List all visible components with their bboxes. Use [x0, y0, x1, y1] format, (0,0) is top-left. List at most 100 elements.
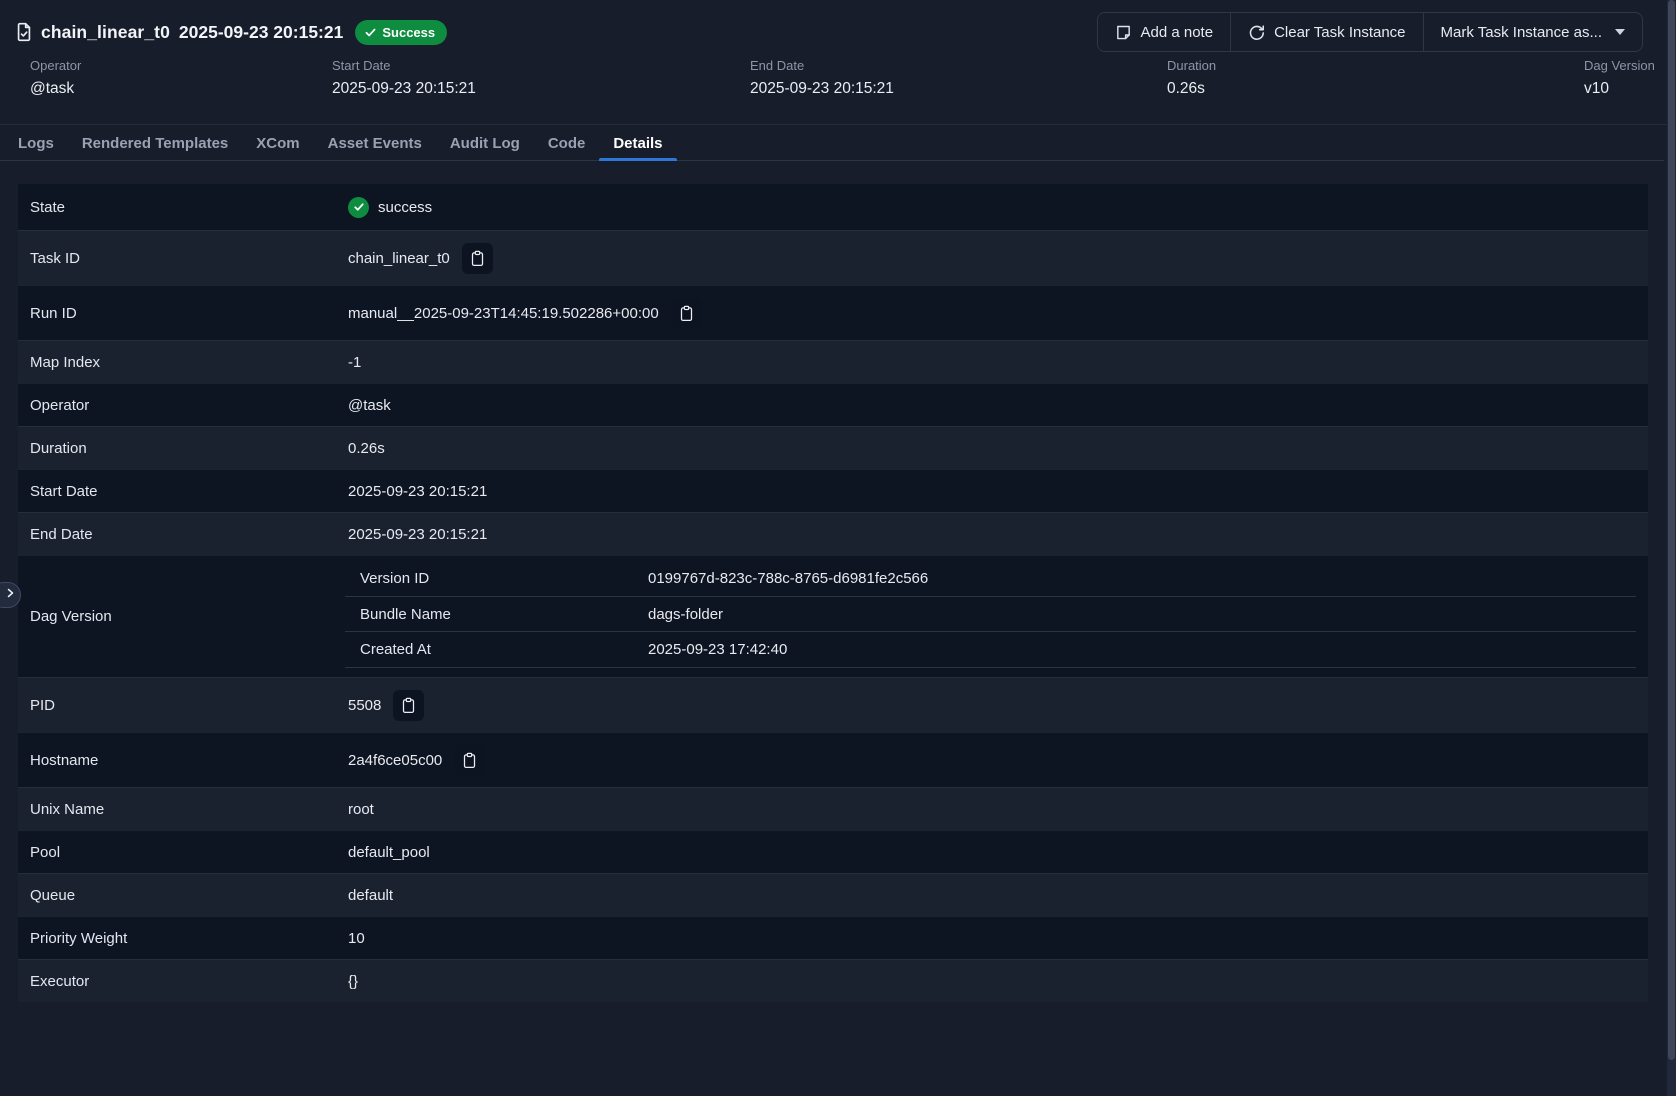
nested-row-label: Created At [345, 641, 648, 658]
row-value: 0.26s [348, 440, 385, 457]
row-label: End Date [18, 526, 348, 543]
nested-row-created-at: Created At 2025-09-23 17:42:40 [345, 632, 1636, 668]
mark-as-label: Mark Task Instance as... [1441, 24, 1602, 41]
meta-value: v10 [1584, 80, 1655, 98]
tab-details[interactable]: Details [599, 126, 676, 160]
row-label: Priority Weight [18, 930, 348, 947]
tab-bar: Logs Rendered Templates XCom Asset Event… [0, 126, 1664, 161]
copy-button[interactable] [671, 298, 702, 329]
table-row-duration: Duration 0.26s [18, 426, 1648, 469]
row-value: 2a4f6ce05c00 [348, 752, 442, 769]
row-value: 2025-09-23 20:15:21 [348, 483, 487, 500]
meta-label: Start Date [332, 58, 476, 73]
row-label: Hostname [18, 752, 348, 769]
meta-value: 2025-09-23 20:15:21 [332, 80, 476, 98]
header-actions: Add a note Clear Task Instance Mark Task… [1097, 12, 1644, 52]
row-label: Pool [18, 844, 348, 861]
meta-label: Duration [1167, 58, 1216, 73]
meta-start-date: Start Date 2025-09-23 20:15:21 [332, 58, 476, 98]
add-note-label: Add a note [1141, 24, 1214, 41]
meta-value: 0.26s [1167, 80, 1216, 98]
table-row-hostname: Hostname 2a4f6ce05c00 [18, 732, 1648, 787]
table-row-end-date: End Date 2025-09-23 20:15:21 [18, 512, 1648, 555]
page-title: chain_linear_t0 [41, 22, 170, 43]
meta-dag-version: Dag Version v10 [1584, 58, 1655, 98]
row-label: Queue [18, 887, 348, 904]
row-value: default [348, 887, 393, 904]
meta-value: 2025-09-23 20:15:21 [750, 80, 894, 98]
nested-row-value: dags-folder [648, 606, 1636, 623]
check-icon [364, 26, 377, 39]
task-document-icon [14, 22, 34, 42]
meta-label: End Date [750, 58, 894, 73]
table-row-map-index: Map Index -1 [18, 340, 1648, 383]
row-label: Run ID [18, 305, 348, 322]
details-table: State success Task ID chain_linear_t0 Ru… [18, 183, 1648, 1002]
copy-button[interactable] [454, 745, 485, 776]
nested-row-value: 0199767d-823c-788c-8765-d6981fe2c566 [648, 570, 1636, 587]
meta-label: Operator [30, 58, 81, 73]
row-value: 5508 [348, 697, 381, 714]
mark-task-instance-as-button[interactable]: Mark Task Instance as... [1423, 12, 1643, 52]
meta-duration: Duration 0.26s [1167, 58, 1216, 98]
tab-xcom[interactable]: XCom [242, 126, 313, 160]
scrollbar-thumb[interactable] [1668, 0, 1675, 1060]
table-row-operator: Operator @task [18, 383, 1648, 426]
table-row-executor: Executor {} [18, 959, 1648, 1002]
add-note-button[interactable]: Add a note [1097, 12, 1232, 52]
status-badge: Success [355, 20, 447, 45]
header-meta: Operator @task Start Date 2025-09-23 20:… [0, 58, 1667, 108]
meta-label: Dag Version [1584, 58, 1655, 73]
success-state-icon [348, 197, 369, 218]
tab-asset-events[interactable]: Asset Events [314, 126, 436, 160]
copy-button[interactable] [462, 243, 493, 274]
header: chain_linear_t0 2025-09-23 20:15:21 Succ… [0, 0, 1667, 125]
nested-row-version-id: Version ID 0199767d-823c-788c-8765-d6981… [345, 561, 1636, 597]
tab-rendered-templates[interactable]: Rendered Templates [68, 126, 242, 160]
tab-logs[interactable]: Logs [4, 126, 68, 160]
row-value: root [348, 801, 374, 818]
row-value: 10 [348, 930, 365, 947]
row-value: {} [348, 973, 358, 990]
table-row-unix-name: Unix Name root [18, 787, 1648, 830]
row-label: Executor [18, 973, 348, 990]
row-value: @task [348, 397, 391, 414]
nested-row-label: Version ID [345, 570, 648, 587]
clear-task-instance-button[interactable]: Clear Task Instance [1230, 12, 1423, 52]
row-label: Task ID [18, 250, 348, 267]
note-icon [1115, 24, 1132, 41]
table-row-start-date: Start Date 2025-09-23 20:15:21 [18, 469, 1648, 512]
status-badge-label: Success [382, 25, 435, 40]
tab-audit-log[interactable]: Audit Log [436, 126, 534, 160]
nested-row-value: 2025-09-23 17:42:40 [648, 641, 1636, 658]
meta-value: @task [30, 80, 81, 98]
meta-operator: Operator @task [30, 58, 81, 98]
table-row-run-id: Run ID manual__2025-09-23T14:45:19.50228… [18, 285, 1648, 340]
title-row: chain_linear_t0 2025-09-23 20:15:21 Succ… [14, 16, 447, 48]
row-label: State [18, 199, 348, 216]
row-value: 2025-09-23 20:15:21 [348, 526, 487, 543]
nested-row-bundle-name: Bundle Name dags-folder [345, 597, 1636, 633]
row-label: Operator [18, 397, 348, 414]
dag-version-nested-table: Version ID 0199767d-823c-788c-8765-d6981… [345, 556, 1648, 677]
clear-task-instance-label: Clear Task Instance [1274, 24, 1405, 41]
table-row-priority-weight: Priority Weight 10 [18, 916, 1648, 959]
table-row-state: State success [18, 183, 1648, 230]
row-label: Start Date [18, 483, 348, 500]
redo-icon [1248, 24, 1265, 41]
vertical-scrollbar[interactable] [1667, 0, 1676, 1096]
row-value: -1 [348, 354, 361, 371]
table-row-dag-version: Dag Version Version ID 0199767d-823c-788… [18, 555, 1648, 677]
row-label: PID [18, 697, 348, 714]
row-value: chain_linear_t0 [348, 250, 450, 267]
tab-code[interactable]: Code [534, 126, 600, 160]
chevron-down-icon [1615, 29, 1625, 35]
copy-button[interactable] [393, 690, 424, 721]
chevron-right-icon [4, 586, 16, 604]
title-datetime: 2025-09-23 20:15:21 [179, 22, 343, 43]
nested-row-label: Bundle Name [345, 606, 648, 623]
table-row-pool: Pool default_pool [18, 830, 1648, 873]
row-value: default_pool [348, 844, 430, 861]
table-row-task-id: Task ID chain_linear_t0 [18, 230, 1648, 285]
table-row-queue: Queue default [18, 873, 1648, 916]
